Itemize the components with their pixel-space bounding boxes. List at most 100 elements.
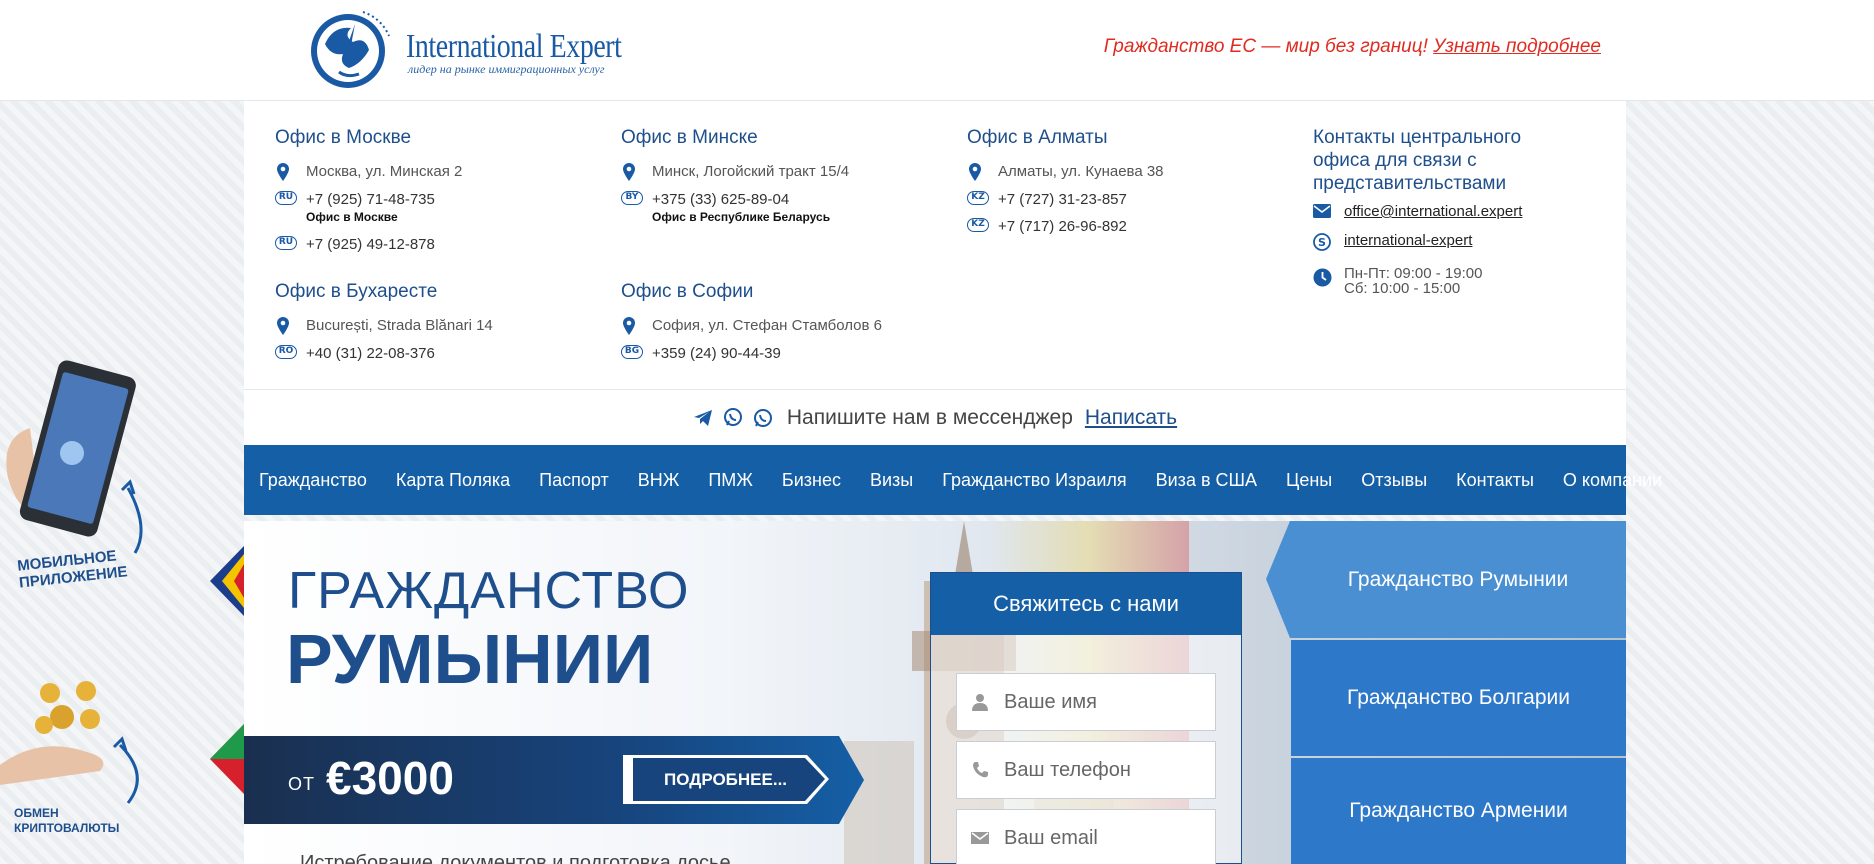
nav-reviews[interactable]: Отзывы xyxy=(1361,470,1427,491)
phone-placeholder: Ваш телефон xyxy=(1004,758,1131,781)
nav-about[interactable]: О компании xyxy=(1563,470,1662,491)
mobile-app-promo-icon[interactable] xyxy=(0,358,150,558)
messenger-write-link[interactable]: Написать xyxy=(1085,406,1177,430)
country-code-badge: RU xyxy=(275,191,297,205)
office-phone[interactable]: +7 (925) 71-48-735 xyxy=(306,191,435,208)
office-address: București, Strada Blănari 14 xyxy=(306,317,493,334)
logo-title: International Expert xyxy=(406,28,622,65)
tab-armenia-citizenship[interactable]: Гражданство Армении xyxy=(1291,758,1626,864)
office-phone[interactable]: +7 (925) 49-12-878 xyxy=(306,236,435,253)
country-code-badge: KZ xyxy=(967,191,989,205)
price-from: ОТ xyxy=(288,774,315,794)
country-code-badge: BG xyxy=(621,345,643,359)
promo-link[interactable]: Узнать подробнее xyxy=(1433,36,1601,57)
phone-input[interactable]: Ваш телефон xyxy=(956,741,1216,799)
skype-row[interactable]: S international-expert xyxy=(1313,233,1573,255)
office-address-row: Алматы, ул. Кунаева 38 xyxy=(967,163,1164,181)
more-details-button[interactable]: ПОДРОБНЕЕ... xyxy=(633,758,825,801)
email-row[interactable]: office@international.expert xyxy=(1313,204,1573,222)
nav-permanent-residence[interactable]: ПМЖ xyxy=(708,470,753,491)
whatsapp-icon[interactable] xyxy=(753,408,773,428)
nav-passport[interactable]: Паспорт xyxy=(539,470,609,491)
office-almaty: Офис в Алматы Алматы, ул. Кунаева 38 KZ … xyxy=(967,126,1164,245)
viber-icon[interactable] xyxy=(723,407,743,428)
clock-icon xyxy=(1313,268,1332,287)
office-address: Минск, Логойский тракт 15/4 xyxy=(652,163,850,180)
map-pin-icon xyxy=(277,163,289,181)
office-phone-row[interactable]: KZ +7 (727) 31-23-857 xyxy=(967,191,1164,208)
romania-flag-icon xyxy=(210,546,244,616)
office-moscow: Офис в Москве Москва, ул. Минская 2 RU +… xyxy=(275,126,462,263)
office-phone-row[interactable]: BY +375 (33) 625-89-04 Офис в Республике… xyxy=(621,191,849,226)
central-office-title: Контакты центрального офиса для связи с … xyxy=(1313,127,1522,194)
office-phone-row[interactable]: RO +40 (31) 22-08-376 xyxy=(275,345,493,362)
crypto-label-line1: ОБМЕН xyxy=(14,806,59,820)
office-bucharest: Офис в Бухаресте București, Strada Blăna… xyxy=(275,280,493,372)
main-navigation: Гражданство Карта Поляка Паспорт ВНЖ ПМЖ… xyxy=(244,445,1662,515)
crypto-exchange-label[interactable]: ОБМЕН КРИПТОВАЛЮТЫ xyxy=(14,806,119,836)
office-phone[interactable]: +40 (31) 22-08-376 xyxy=(306,345,435,362)
hours-weekday: Пн-Пт: 09:00 - 19:00 xyxy=(1344,265,1483,282)
messenger-bar: Напишите нам в мессенджер Написать xyxy=(244,389,1626,445)
promo-banner: Гражданство ЕС — мир без границ! Узнать … xyxy=(1104,36,1601,58)
envelope-icon xyxy=(971,832,989,844)
office-title: Офис в Алматы xyxy=(967,127,1108,148)
office-phone-label: Офис в Республике Беларусь xyxy=(652,210,831,224)
contact-form: Свяжитесь с нами Ваше имя Ваш телефон Ва… xyxy=(930,572,1242,864)
crypto-exchange-promo-icon[interactable] xyxy=(0,675,150,805)
promo-text: Гражданство ЕС — мир без границ! xyxy=(1103,36,1428,57)
office-title: Офис в Бухаресте xyxy=(275,281,438,302)
crypto-label-line2: КРИПТОВАЛЮТЫ xyxy=(14,821,120,835)
office-phone-row[interactable]: BG +359 (24) 90-44-39 xyxy=(621,345,882,362)
site-header: International Expert лидер на рынке имми… xyxy=(0,0,1874,101)
name-placeholder: Ваше имя xyxy=(1004,690,1097,713)
country-code-badge: KZ xyxy=(967,218,989,232)
globe-logo-icon xyxy=(311,11,390,88)
logo-subtitle: лидер на рынке иммиграционных услуг xyxy=(408,62,605,76)
office-phone-row[interactable]: KZ +7 (717) 26-96-892 xyxy=(967,218,1164,235)
office-phone[interactable]: +7 (727) 31-23-857 xyxy=(998,191,1127,208)
site-logo[interactable]: International Expert лидер на рынке имми… xyxy=(303,6,623,92)
hero-title-line1: ГРАЖДАНСТВО xyxy=(288,562,690,620)
office-title: Офис в Софии xyxy=(621,281,754,302)
map-pin-icon xyxy=(623,163,635,181)
tab-bulgaria-citizenship[interactable]: Гражданство Болгарии xyxy=(1291,640,1626,756)
nav-usa-visa[interactable]: Виза в США xyxy=(1156,470,1257,491)
tab-romania-citizenship[interactable]: Гражданство Румынии xyxy=(1266,521,1626,638)
country-code-badge: BY xyxy=(621,191,643,205)
nav-citizenship[interactable]: Гражданство xyxy=(259,470,367,491)
central-email-link[interactable]: office@international.expert xyxy=(1344,204,1522,220)
nav-business[interactable]: Бизнес xyxy=(782,470,841,491)
email-input[interactable]: Ваш email xyxy=(956,809,1216,864)
central-skype-link[interactable]: international-expert xyxy=(1344,233,1472,249)
nav-israel-citizenship[interactable]: Гражданство Израиля xyxy=(942,470,1126,491)
working-hours-row: Пн-Пт: 09:00 - 19:00 Сб: 10:00 - 15:00 xyxy=(1313,266,1573,296)
hero-title-line2: РУМЫНИИ xyxy=(286,620,654,698)
office-address: София, ул. Стефан Стамболов 6 xyxy=(652,317,882,334)
nav-prices[interactable]: Цены xyxy=(1286,470,1332,491)
office-address-row: București, Strada Blănari 14 xyxy=(275,317,493,335)
phone-icon xyxy=(973,762,988,778)
email-placeholder: Ваш email xyxy=(1004,826,1098,849)
country-code-badge: RU xyxy=(275,236,297,250)
office-phone[interactable]: +359 (24) 90-44-39 xyxy=(652,345,781,362)
nav-pole-card[interactable]: Карта Поляка xyxy=(396,470,510,491)
office-phone-row[interactable]: RU +7 (925) 71-48-735 Офис в Москве xyxy=(275,191,462,226)
office-phone-row[interactable]: RU +7 (925) 49-12-878 xyxy=(275,236,462,253)
office-address: Москва, ул. Минская 2 xyxy=(306,163,463,180)
nav-residence-permit[interactable]: ВНЖ xyxy=(638,470,680,491)
hero-description: Истребование документов и подготовка дос… xyxy=(300,852,731,864)
name-input[interactable]: Ваше имя xyxy=(956,673,1216,731)
map-pin-icon xyxy=(277,317,289,335)
central-office-contacts: Контакты центрального офиса для связи с … xyxy=(1313,126,1573,307)
contact-form-title: Свяжитесь с нами xyxy=(931,573,1241,635)
nav-visas[interactable]: Визы xyxy=(870,470,913,491)
bulgaria-flag-icon xyxy=(210,724,244,794)
office-phone[interactable]: +7 (717) 26-96-892 xyxy=(998,218,1127,235)
office-phone[interactable]: +375 (33) 625-89-04 xyxy=(652,191,789,208)
envelope-icon xyxy=(1313,204,1331,218)
nav-contacts[interactable]: Контакты xyxy=(1456,470,1534,491)
messenger-text: Напишите нам в мессенджер xyxy=(786,405,1073,429)
telegram-icon[interactable] xyxy=(693,408,713,428)
office-address-row: София, ул. Стефан Стамболов 6 xyxy=(621,317,882,335)
